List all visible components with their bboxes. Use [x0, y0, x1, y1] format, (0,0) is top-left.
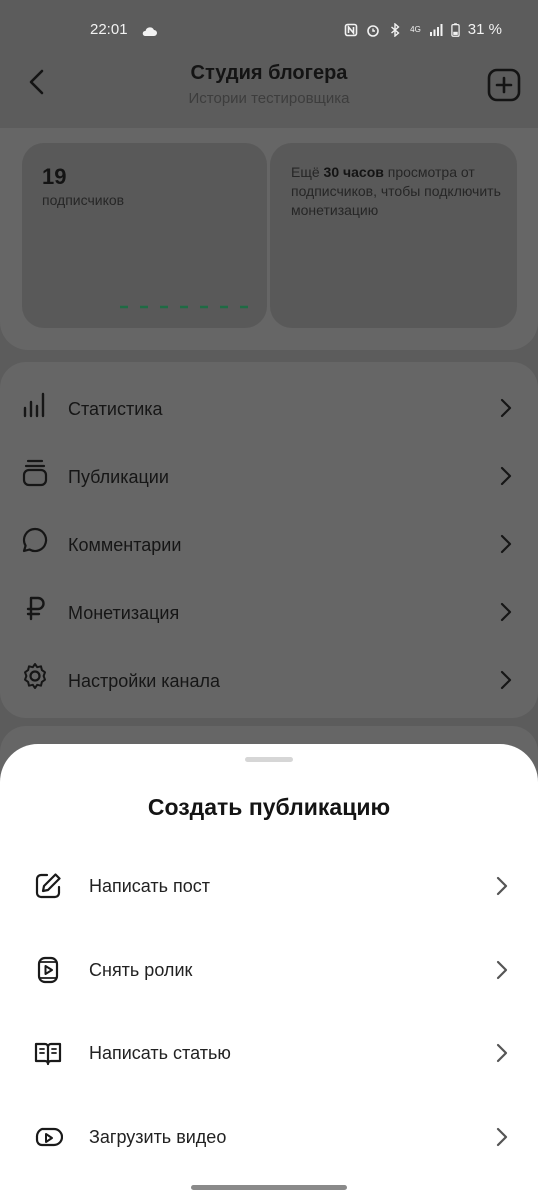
sheet-grabber[interactable]	[245, 757, 293, 762]
battery-percent: 31 %	[467, 21, 502, 38]
sheet-title: Создать публикацию	[147, 794, 391, 820]
menu-item-label: Статистика	[68, 399, 163, 419]
page-subtitle: Истории тестировщика	[188, 90, 350, 107]
clip-icon	[37, 956, 59, 984]
signal-icon	[429, 23, 443, 36]
menu-item-publications[interactable]: Публикации	[0, 437, 538, 505]
stack-icon	[22, 459, 48, 487]
chevron-right-icon	[496, 876, 508, 896]
book-icon	[34, 1042, 62, 1066]
option-label: Написать пост	[89, 876, 211, 896]
hours-highlight: 30 часов	[323, 164, 384, 180]
record-clip-option[interactable]: Снять ролик	[0, 930, 538, 1010]
option-label: Снять ролик	[89, 960, 193, 980]
home-indicator[interactable]	[191, 1185, 347, 1190]
plus-square-icon	[487, 68, 521, 102]
alarm-icon	[367, 24, 379, 37]
subscribers-label: подписчиков	[42, 192, 125, 208]
cloud-icon	[141, 24, 157, 42]
chevron-right-icon	[500, 534, 512, 554]
chevron-right-icon	[496, 1127, 508, 1147]
option-label: Написать статью	[89, 1043, 231, 1063]
menu-item-label: Настройки канала	[68, 671, 221, 691]
comment-icon	[22, 527, 48, 553]
write-post-option[interactable]: Написать пост	[0, 846, 538, 926]
bar-chart-icon	[23, 392, 45, 418]
edit-icon	[35, 873, 61, 899]
menu-item-label: Монетизация	[68, 603, 180, 623]
chevron-right-icon	[500, 602, 512, 622]
chevron-right-icon	[496, 1043, 508, 1063]
chevron-right-icon	[496, 960, 508, 980]
write-article-option[interactable]: Написать статью	[0, 1013, 538, 1093]
page-title: Студия блогера	[190, 62, 348, 84]
bluetooth-icon	[391, 22, 400, 37]
network-type: 4G	[410, 24, 421, 34]
status-icons: 4G 31 %	[344, 21, 502, 38]
menu-item-channel-settings[interactable]: Настройки канала	[0, 641, 538, 709]
battery-icon	[451, 22, 460, 37]
add-button[interactable]	[487, 68, 521, 102]
upload-video-option[interactable]: Загрузить видео	[0, 1097, 538, 1177]
monetization-progress-text: Ещё 30 часов просмотра от подписчиков, ч…	[291, 164, 501, 218]
chevron-right-icon	[500, 466, 512, 486]
menu-item-statistics[interactable]: Статистика	[0, 369, 538, 437]
menu-item-label: Публикации	[68, 467, 169, 487]
gear-icon	[24, 663, 46, 689]
subscribers-count: 19	[42, 164, 67, 189]
trend-line	[120, 305, 250, 309]
ruble-icon	[26, 596, 45, 621]
menu-item-monetization[interactable]: Монетизация	[0, 573, 538, 641]
menu-item-label: Комментарии	[68, 535, 182, 555]
option-label: Загрузить видео	[89, 1127, 227, 1147]
video-icon	[35, 1127, 63, 1147]
nfc-icon	[344, 23, 358, 36]
chevron-right-icon	[500, 398, 512, 418]
chevron-right-icon	[500, 670, 512, 690]
menu-item-comments[interactable]: Комментарии	[0, 505, 538, 573]
status-time: 22:01	[90, 21, 128, 38]
